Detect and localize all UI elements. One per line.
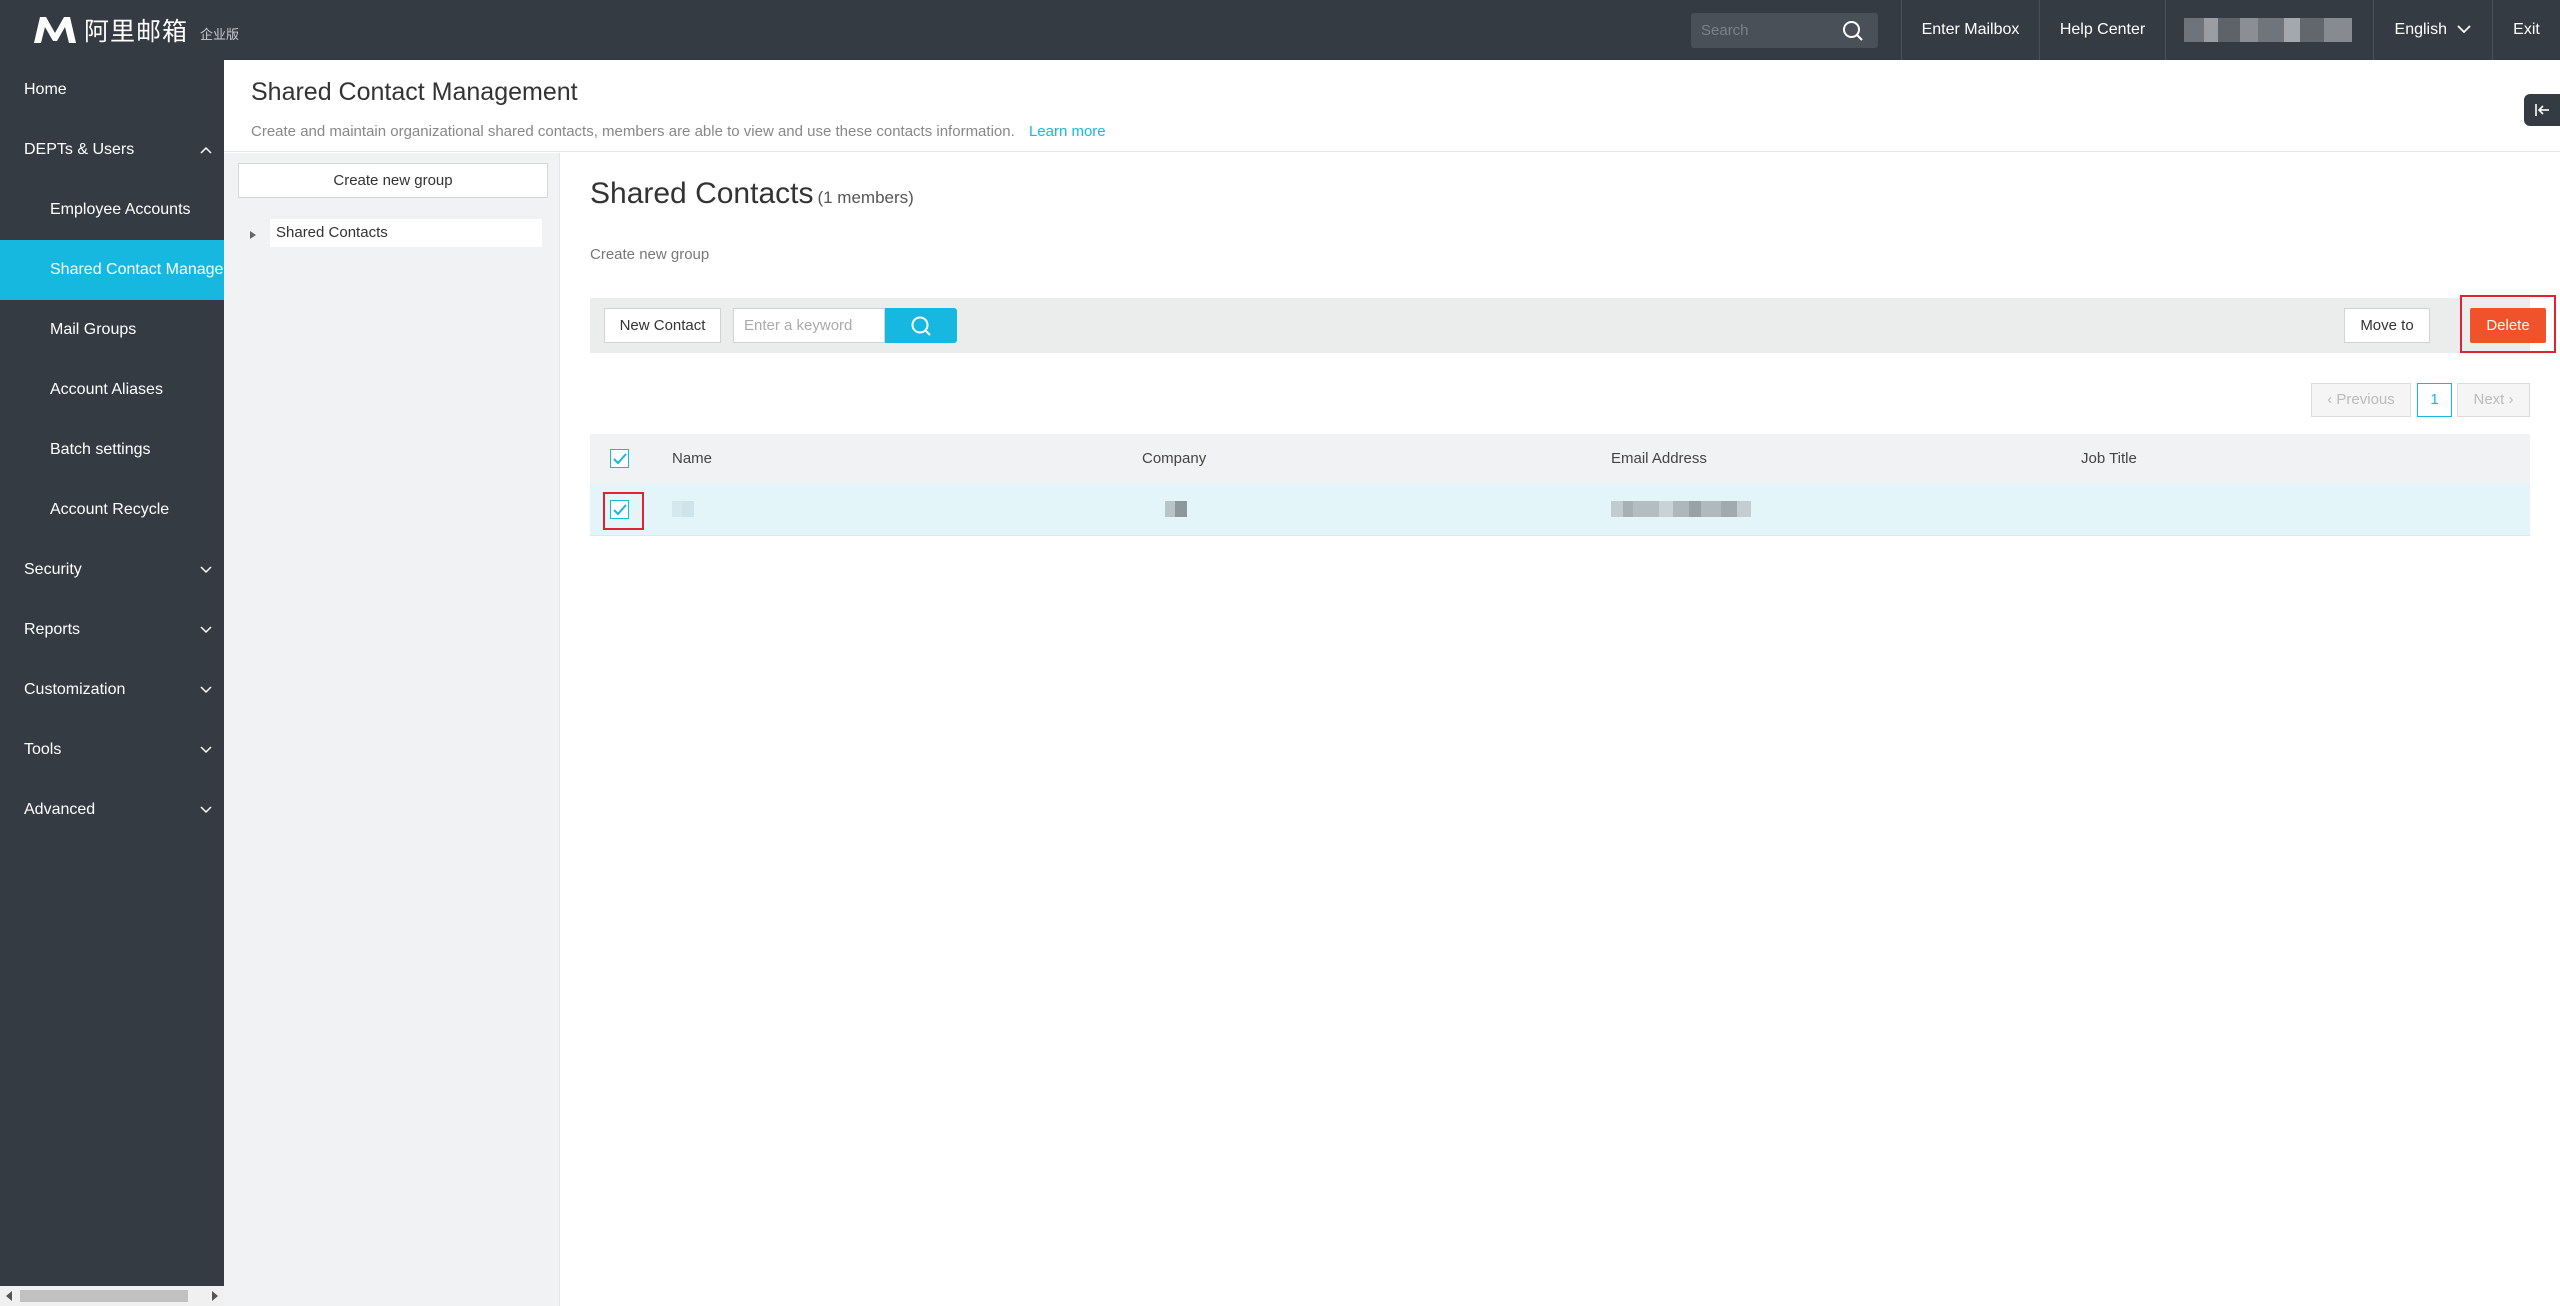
column-header-email[interactable]: Email Address: [1611, 434, 1707, 484]
sidebar-item-label: Account Recycle: [50, 501, 170, 518]
logo-subtitle: 企业版: [200, 26, 240, 42]
chevron-down-icon: [2457, 25, 2472, 34]
search-icon: [911, 316, 931, 336]
logo-text: 阿里邮箱: [84, 18, 189, 46]
table-row[interactable]: [590, 484, 2530, 536]
sidebar-item-home[interactable]: Home: [0, 60, 224, 120]
row-checkbox[interactable]: [610, 500, 629, 519]
collapse-arrow-icon: [2535, 104, 2549, 116]
sidebar-item-mail-groups[interactable]: Mail Groups: [0, 300, 224, 360]
chevron-down-icon: [200, 746, 212, 754]
scroll-right-arrow-icon[interactable]: [212, 1291, 218, 1301]
sidebar-item-reports[interactable]: Reports: [0, 600, 224, 660]
chevron-down-icon: [200, 686, 212, 694]
sidebar-item-account-recycle[interactable]: Account Recycle: [0, 480, 224, 540]
contacts-toolbar: New Contact Move to Delete: [590, 295, 2556, 353]
exit-link[interactable]: Exit: [2492, 0, 2560, 60]
keyword-search-button[interactable]: [885, 308, 957, 343]
main-content: Shared Contacts (1 members) Create new gr…: [560, 153, 2560, 1306]
page-title: Shared Contact Management: [251, 78, 578, 106]
chevron-down-icon: [200, 626, 212, 634]
user-name-blurred: [2184, 18, 2352, 42]
sidebar-item-account-aliases[interactable]: Account Aliases: [0, 360, 224, 420]
contact-name-blurred: [672, 484, 694, 534]
sidebar-item-label: Mail Groups: [50, 321, 137, 338]
scrollbar-thumb[interactable]: [20, 1290, 188, 1302]
tree-expand-arrow-icon[interactable]: [250, 231, 256, 239]
chevron-down-icon: [200, 806, 212, 814]
contacts-heading: Shared Contacts (1 members): [590, 177, 914, 211]
sidebar-item-label: Shared Contact Managem: [50, 261, 224, 278]
sidebar-item-label: Reports: [24, 621, 81, 638]
select-all-checkbox[interactable]: [610, 449, 629, 468]
chevron-up-icon: [200, 146, 212, 154]
sidebar-item-shared-contact-management[interactable]: Shared Contact Managem: [0, 240, 224, 300]
check-icon: [613, 504, 627, 516]
sidebar-item-customization[interactable]: Customization: [0, 660, 224, 720]
contact-email-blurred: [1611, 484, 1751, 534]
logo[interactable]: 阿里邮箱 企业版: [32, 12, 239, 48]
new-contact-button[interactable]: New Contact: [604, 308, 721, 343]
sidebar-item-security[interactable]: Security: [0, 540, 224, 600]
sidebar-item-tools[interactable]: Tools: [0, 720, 224, 780]
sidebar-item-label: Customization: [24, 681, 126, 698]
sidebar-item-batch-settings[interactable]: Batch settings: [0, 420, 224, 480]
sidebar-item-label: Employee Accounts: [50, 201, 191, 218]
collapse-panel-button[interactable]: [2524, 94, 2560, 126]
delete-button[interactable]: Delete: [2470, 308, 2546, 343]
sidebar-item-label: Account Aliases: [50, 381, 163, 398]
check-icon: [613, 453, 627, 465]
logo-m-icon: [34, 17, 76, 43]
move-to-button[interactable]: Move to: [2344, 308, 2430, 343]
create-new-group-button[interactable]: Create new group: [238, 163, 548, 198]
pager-page-1[interactable]: 1: [2417, 383, 2452, 417]
contacts-count: (1 members): [817, 188, 914, 207]
tree-node-shared-contacts[interactable]: Shared Contacts: [270, 219, 542, 247]
sidebar-item-employee-accounts[interactable]: Employee Accounts: [0, 180, 224, 240]
sidebar-item-advanced[interactable]: Advanced: [0, 780, 224, 840]
help-center-link[interactable]: Help Center: [2039, 0, 2165, 60]
chevron-down-icon: [200, 566, 212, 574]
learn-more-link[interactable]: Learn more: [1029, 123, 1106, 140]
language-label: English: [2394, 21, 2448, 38]
language-selector[interactable]: English: [2373, 0, 2492, 60]
contacts-title: Shared Contacts: [590, 177, 814, 210]
page-description: Create and maintain organizational share…: [251, 123, 1106, 140]
column-header-company[interactable]: Company: [1142, 434, 1206, 484]
scroll-left-arrow-icon[interactable]: [6, 1291, 12, 1301]
global-search: [1691, 13, 1878, 48]
enter-mailbox-link[interactable]: Enter Mailbox: [1901, 0, 2039, 60]
global-search-input[interactable]: [1691, 22, 1831, 39]
keyword-search-input[interactable]: [733, 308, 885, 343]
table-header: Name Company Email Address Job Title: [590, 434, 2530, 484]
page-description-text: Create and maintain organizational share…: [251, 123, 1015, 140]
page-header: Shared Contact Management Create and mai…: [224, 60, 2560, 152]
sidebar-item-label: DEPTs & Users: [24, 141, 135, 158]
group-panel: Create new group Shared Contacts: [224, 153, 560, 1306]
search-icon[interactable]: [1842, 20, 1864, 42]
sidebar-item-depts-users[interactable]: DEPTs & Users: [0, 120, 224, 180]
column-header-job-title[interactable]: Job Title: [2081, 434, 2137, 484]
sidebar-horizontal-scrollbar[interactable]: [0, 1286, 224, 1306]
sidebar-item-label: Batch settings: [50, 441, 151, 458]
top-bar: 阿里邮箱 企业版 Enter Mailbox Help Center Engli…: [0, 0, 2560, 60]
sidebar-item-label: Security: [24, 561, 82, 578]
pager-next-button[interactable]: Next ›: [2457, 383, 2530, 417]
sidebar: Home DEPTs & Users Employee Accounts Sha…: [0, 60, 224, 1306]
pager-previous-button[interactable]: ‹ Previous: [2311, 383, 2411, 417]
sidebar-item-label: Advanced: [24, 801, 96, 818]
contact-company-blurred: [1165, 484, 1187, 534]
column-header-name[interactable]: Name: [672, 434, 712, 484]
sidebar-item-label: Tools: [24, 741, 62, 758]
create-new-group-link[interactable]: Create new group: [590, 246, 709, 263]
sidebar-item-label: Home: [24, 81, 67, 98]
